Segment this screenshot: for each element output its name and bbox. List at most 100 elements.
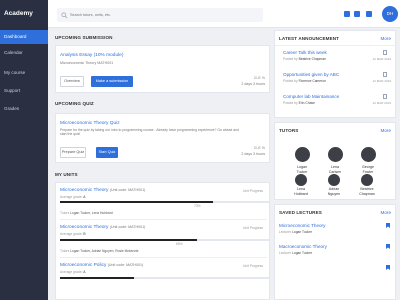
tutor-avatar[interactable]: [295, 147, 310, 162]
tutor-first-name: Lena: [331, 165, 339, 169]
unit-progress-bar: [60, 277, 270, 279]
search-input[interactable]: [70, 10, 260, 20]
unit-tutors: Tutors Logan Tucker, Adrian Nguyen, Rosi…: [60, 249, 139, 253]
upcoming-submission-title: UPCOMING SUBMISSION: [55, 35, 113, 40]
saved-lectures-card: SAVED LECTURES More Microeconomic Theory…: [274, 204, 396, 300]
prepare-quiz-button[interactable]: Prepare Quiz: [60, 147, 86, 158]
tutor-first-name: Lena: [297, 187, 305, 191]
unit-grade: Average grade: B: [60, 232, 86, 236]
tutor-avatar[interactable]: [328, 174, 340, 186]
quiz-description: Prepare for the quiz by taking our intro…: [60, 128, 239, 137]
unit-progress-label: Unit Progress: [243, 264, 263, 268]
submission-due-label: DUE IN: [253, 76, 265, 80]
document-icon: [383, 94, 387, 99]
unit-progress-label: Unit Progress: [243, 189, 263, 193]
divider: [60, 257, 267, 258]
quiz-due-value: 2 days 3 hours: [241, 152, 265, 156]
tutors-card: TUTORS More Logan Tucker Lena Carlsen Geor…: [274, 122, 396, 200]
sidebar: Academy Dashboard Calendar My course Sup…: [0, 0, 48, 300]
sidebar-item-calendar[interactable]: Calendar: [0, 46, 48, 60]
grade-value: B: [83, 232, 86, 236]
quiz-title[interactable]: Microeconomic Theory Quiz: [60, 121, 120, 126]
user-avatar[interactable]: DH: [382, 6, 398, 22]
unit-progress-fill: [60, 239, 197, 241]
search-icon: [61, 11, 68, 18]
make-submission-button[interactable]: Make a submission: [91, 76, 133, 87]
lecture-title[interactable]: Microeconomic Theory: [279, 223, 325, 228]
bookmark-icon[interactable]: [386, 244, 390, 249]
announcement-title[interactable]: Career Talk this week: [283, 50, 327, 55]
tutor-last-name: Fowler: [362, 169, 374, 174]
announcements-card: LATEST ANNOUNCEMENT More Career Talk thi…: [274, 30, 396, 118]
unit-row: Microeconomic Theory (Unit code: MATH001…: [60, 188, 145, 193]
start-quiz-button[interactable]: Start Quiz: [96, 147, 118, 158]
announcement-date: 12 MAR 2019: [372, 57, 391, 61]
tutors-label: Tutors: [60, 211, 70, 215]
unit-code: (Unit code: MATH001): [109, 225, 146, 229]
tutor-first-name: Adrian: [328, 187, 340, 191]
unit-progress-fill: [60, 201, 214, 203]
tutor-avatar[interactable]: [328, 147, 343, 162]
tutor-avatar[interactable]: [361, 147, 376, 162]
tutor-avatar[interactable]: [361, 174, 373, 186]
lecture-title[interactable]: Macroeconomic Theory: [279, 244, 327, 249]
unit-title[interactable]: Microeconomic Theory: [60, 225, 108, 230]
unit-title[interactable]: Microeconomic Theory: [60, 188, 108, 193]
submission-card: Analysis Essay (10% module) Microeconomi…: [55, 45, 270, 93]
tutors-value: Logan Tucker, Adrian Nguyen, Rosie Mcken…: [70, 249, 139, 253]
announcement-author: Florence Cameron: [298, 79, 326, 83]
tutor-avatar[interactable]: [295, 174, 307, 186]
unit-code: (Unit code: MATH001): [109, 188, 146, 192]
saved-lectures-title: SAVED LECTURES: [279, 210, 322, 215]
settings-icon[interactable]: [366, 11, 372, 17]
overview-button[interactable]: Overview: [60, 76, 84, 87]
unit-progress-bar: [60, 201, 270, 203]
grade-label: Average grade: [60, 270, 82, 274]
app-brand: Academy: [4, 10, 33, 17]
unit-progress-label: Unit Progress: [243, 226, 263, 230]
tutor-last-name: Chapman: [359, 191, 375, 196]
sidebar-item-support[interactable]: Support: [0, 84, 48, 98]
tutor-last-name: Carlsen: [328, 169, 342, 174]
posted-by-label: Posted by: [283, 79, 298, 83]
lecturer-name: Logan Tucker: [292, 251, 313, 255]
divider: [60, 219, 267, 220]
units-card: Microeconomic Theory (Unit code: MATH001…: [55, 182, 270, 300]
posted-by-label: Posted by: [283, 101, 298, 105]
posted-by-label: Posted by: [283, 57, 298, 61]
bookmark-icon[interactable]: [386, 265, 390, 270]
unit-grade: Average grade: A: [60, 270, 86, 274]
unit-progress-fill: [60, 277, 134, 279]
tutor-first-name: Beatrice: [360, 187, 374, 191]
tutor-last-name: Nguyen: [327, 191, 341, 196]
lecture-meta: Lecturer Logan Tucker: [279, 251, 312, 255]
announcement-title[interactable]: Opportunities given by ABC: [283, 72, 339, 77]
unit-grade: Average grade: A: [60, 195, 86, 199]
announcement-date: 12 MAR 2019: [372, 79, 391, 83]
tutors-more-link[interactable]: More: [381, 128, 391, 133]
lecturer-label: Lecturer: [279, 230, 292, 234]
document-icon: [383, 50, 387, 55]
announcement-title[interactable]: Computer lab Maintainance: [283, 94, 339, 99]
document-icon: [383, 72, 387, 77]
tutor-name: George Fowler: [348, 165, 388, 174]
search-box: [57, 8, 263, 22]
submission-title[interactable]: Analysis Essay (10% module): [60, 53, 123, 58]
announcement-author: Beatrice Chapman: [298, 57, 326, 61]
unit-title[interactable]: Microeconomic Policy: [60, 263, 106, 268]
unit-row: Microeconomic Policy (Unit code: MATH001…: [60, 263, 143, 268]
quiz-due-label: DUE IN: [253, 146, 265, 150]
divider: [275, 45, 395, 46]
tutors-label: Tutors: [60, 249, 70, 253]
sidebar-item-grades[interactable]: Grades: [0, 102, 48, 116]
messages-icon[interactable]: [354, 11, 360, 17]
unit-progress-bar: [60, 239, 270, 241]
lecturer-name: Logan Tucker: [292, 230, 313, 234]
sidebar-item-dashboard[interactable]: Dashboard: [0, 30, 48, 44]
saved-lectures-more-link[interactable]: More: [381, 210, 391, 215]
unit-tutors: Tutors Logan Tucker, Lena Hubbard: [60, 211, 113, 215]
sidebar-item-my-course[interactable]: My course: [0, 66, 48, 80]
notifications-icon[interactable]: [344, 11, 350, 17]
bookmark-icon[interactable]: [386, 223, 390, 228]
announcements-more-link[interactable]: More: [381, 36, 391, 41]
